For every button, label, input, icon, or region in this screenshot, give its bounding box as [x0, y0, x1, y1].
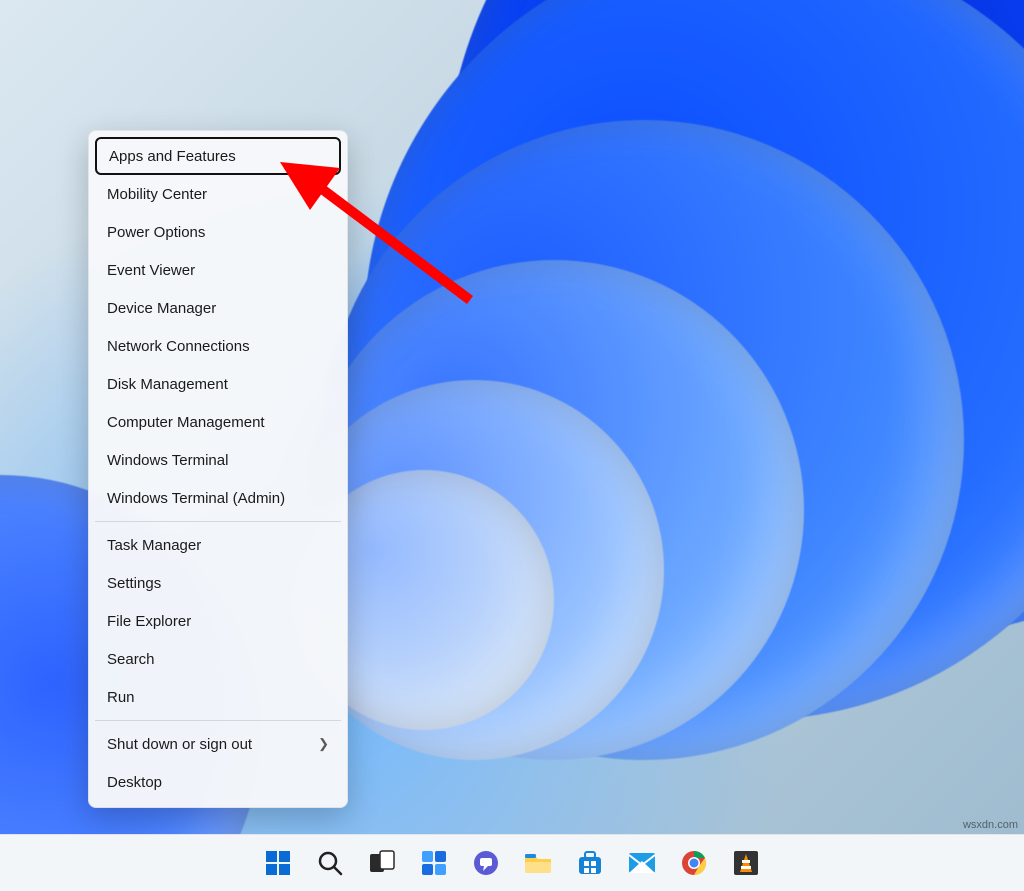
menu-separator — [95, 521, 341, 522]
watermark-text: wsxdn.com — [963, 819, 1018, 831]
menu-item-search[interactable]: Search — [95, 640, 341, 678]
menu-item-device-manager[interactable]: Device Manager — [95, 289, 341, 327]
menu-item-power-options[interactable]: Power Options — [95, 213, 341, 251]
menu-item-label: Run — [107, 689, 135, 706]
task-view-icon — [369, 850, 395, 876]
store-icon — [577, 850, 603, 876]
windows-icon — [265, 850, 291, 876]
widgets-button[interactable] — [413, 842, 455, 884]
search-icon — [317, 850, 343, 876]
menu-item-windows-terminal-admin[interactable]: Windows Terminal (Admin) — [95, 479, 341, 517]
chat-icon — [473, 850, 499, 876]
menu-item-network-connections[interactable]: Network Connections — [95, 327, 341, 365]
menu-item-label: Desktop — [107, 774, 162, 791]
menu-item-settings[interactable]: Settings — [95, 564, 341, 602]
menu-item-label: Windows Terminal (Admin) — [107, 490, 285, 507]
menu-item-label: Network Connections — [107, 338, 250, 355]
chrome-button[interactable] — [673, 842, 715, 884]
menu-item-label: Mobility Center — [107, 186, 207, 203]
menu-separator — [95, 720, 341, 721]
menu-item-task-manager[interactable]: Task Manager — [95, 526, 341, 564]
menu-item-apps-and-features[interactable]: Apps and Features — [95, 137, 341, 175]
menu-item-event-viewer[interactable]: Event Viewer — [95, 251, 341, 289]
mail-button[interactable] — [621, 842, 663, 884]
winx-context-menu: Apps and Features Mobility Center Power … — [88, 130, 348, 808]
vlc-button[interactable] — [725, 842, 767, 884]
search-button[interactable] — [309, 842, 351, 884]
menu-item-label: Search — [107, 651, 155, 668]
menu-item-disk-management[interactable]: Disk Management — [95, 365, 341, 403]
menu-item-label: Windows Terminal — [107, 452, 228, 469]
chrome-icon — [681, 850, 707, 876]
file-explorer-icon — [524, 851, 552, 875]
menu-item-shut-down-or-sign-out[interactable]: Shut down or sign out ❯ — [95, 725, 341, 763]
mail-icon — [628, 852, 656, 874]
start-button[interactable] — [257, 842, 299, 884]
menu-item-label: Event Viewer — [107, 262, 195, 279]
task-view-button[interactable] — [361, 842, 403, 884]
chat-button[interactable] — [465, 842, 507, 884]
menu-item-label: Task Manager — [107, 537, 201, 554]
menu-item-mobility-center[interactable]: Mobility Center — [95, 175, 341, 213]
widgets-icon — [421, 850, 447, 876]
menu-item-label: File Explorer — [107, 613, 191, 630]
menu-item-label: Shut down or sign out — [107, 736, 252, 753]
menu-item-label: Settings — [107, 575, 161, 592]
chevron-right-icon: ❯ — [318, 736, 329, 752]
menu-item-label: Device Manager — [107, 300, 216, 317]
menu-item-label: Computer Management — [107, 414, 265, 431]
menu-item-windows-terminal[interactable]: Windows Terminal — [95, 441, 341, 479]
vlc-icon — [733, 850, 759, 876]
menu-item-computer-management[interactable]: Computer Management — [95, 403, 341, 441]
menu-item-desktop[interactable]: Desktop — [95, 763, 341, 801]
menu-item-label: Apps and Features — [109, 148, 236, 165]
menu-item-file-explorer[interactable]: File Explorer — [95, 602, 341, 640]
taskbar — [0, 834, 1024, 891]
menu-item-label: Disk Management — [107, 376, 228, 393]
menu-item-label: Power Options — [107, 224, 205, 241]
menu-item-run[interactable]: Run — [95, 678, 341, 716]
file-explorer-button[interactable] — [517, 842, 559, 884]
microsoft-store-button[interactable] — [569, 842, 611, 884]
